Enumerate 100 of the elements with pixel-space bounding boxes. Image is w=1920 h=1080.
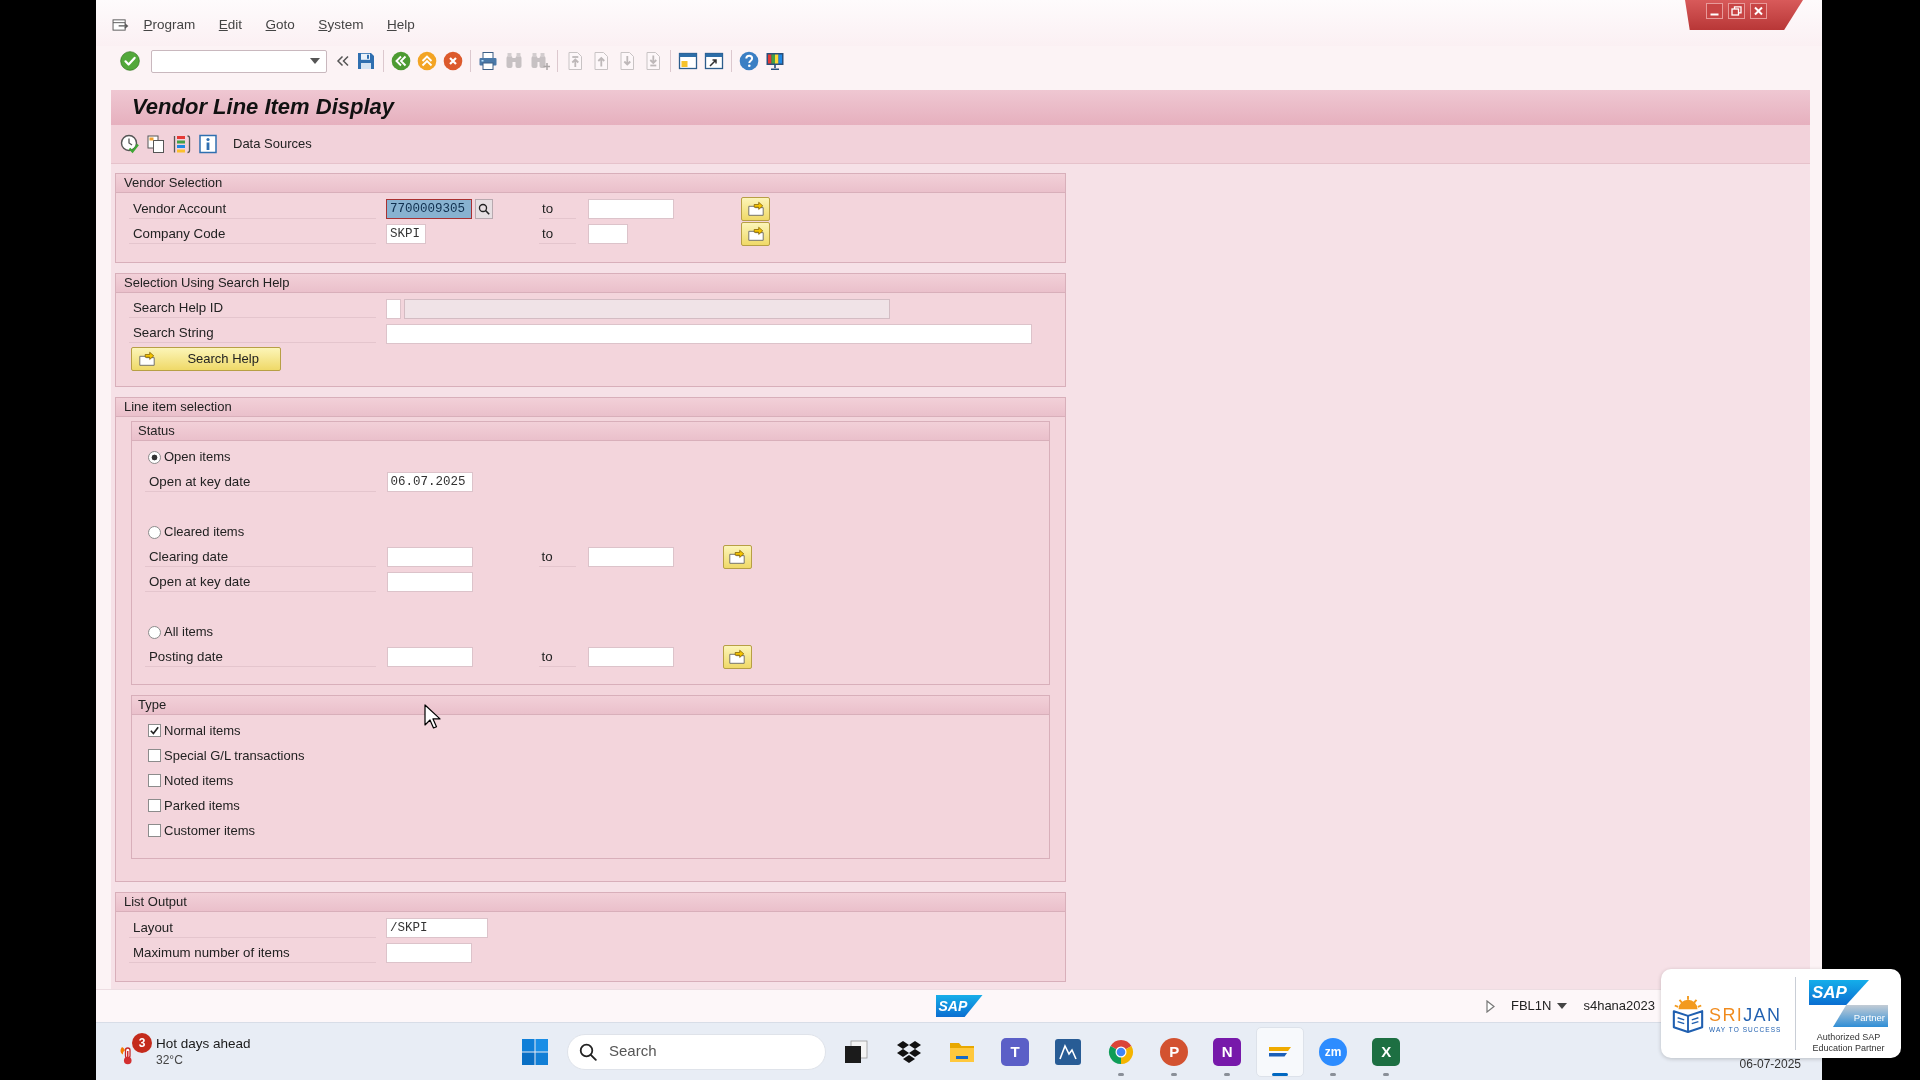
chat-app-tile: T — [1001, 1037, 1030, 1066]
left-chevrons-circle-icon[interactable] — [391, 51, 411, 71]
radio-button[interactable] — [148, 525, 161, 539]
slides-app-tile: P — [1160, 1037, 1189, 1066]
toolbar-button[interactable]: Data Sources — [233, 134, 312, 154]
field-label: Search String — [129, 324, 376, 343]
up-chevrons-circle-icon[interactable] — [417, 51, 437, 71]
stacked-squares-icon — [842, 1037, 871, 1066]
transaction-dropdown[interactable]: FBL1N — [1510, 996, 1568, 1016]
close-icon[interactable] — [1750, 3, 1767, 19]
taskbar-app-button[interactable]: N — [1203, 1026, 1252, 1077]
option-label: Cleared items — [164, 523, 245, 542]
folder-arrow-icon — [746, 225, 765, 243]
value-help-button[interactable] — [475, 199, 493, 219]
checkbox[interactable] — [148, 799, 161, 812]
menu-item[interactable]: System — [318, 14, 364, 36]
group-title: Vendor Selection — [116, 174, 1065, 193]
checkbox[interactable] — [148, 724, 161, 737]
folder-arrow-icon — [728, 548, 747, 566]
book-sun-icon — [1671, 993, 1705, 1034]
group-title: List Output — [116, 893, 1065, 912]
partner-label: Partner — [1833, 1005, 1888, 1027]
radio-button[interactable] — [148, 625, 161, 639]
search-field[interactable]: Search — [567, 1033, 826, 1070]
input-field[interactable]: 7700009305 — [386, 199, 472, 219]
multiple-selection-button[interactable] — [722, 545, 752, 569]
input-field[interactable] — [588, 199, 674, 219]
input-field[interactable] — [386, 323, 1032, 344]
search-help-button[interactable]: Search Help — [131, 346, 282, 371]
notification-badge: 3 — [132, 1032, 152, 1053]
menu-icon[interactable] — [112, 18, 129, 32]
multiple-selection-button[interactable] — [722, 645, 752, 669]
menu-item[interactable]: Program — [143, 14, 196, 36]
system-name: s4hana2023 — [1583, 997, 1655, 1016]
field-label: Maximum number of items — [129, 943, 376, 963]
mouse-pointer-icon — [424, 704, 441, 730]
field-label: to — [538, 647, 576, 667]
checkbox[interactable] — [148, 749, 161, 762]
field-label: Company Code — [129, 224, 376, 244]
option-label: Special G/L transactions — [164, 746, 305, 765]
menu-item[interactable]: Help — [386, 14, 415, 36]
field-label: to — [539, 199, 576, 219]
field-label: to — [538, 547, 576, 567]
triangle-icon[interactable] — [1485, 999, 1495, 1013]
input-field[interactable] — [386, 298, 401, 319]
taskbar-app-button[interactable]: T — [991, 1026, 1040, 1077]
checkbox[interactable] — [148, 774, 161, 787]
input-field[interactable]: /SKPI — [386, 918, 488, 938]
radio-button[interactable] — [148, 450, 161, 464]
option-label: Customer items — [164, 821, 256, 840]
multiple-selection-button[interactable] — [741, 222, 770, 246]
input-field[interactable] — [587, 647, 674, 667]
check-circle-icon[interactable] — [120, 51, 140, 71]
spreadsheet-app-tile: X — [1372, 1037, 1401, 1066]
menu-item[interactable]: Edit — [218, 14, 243, 36]
input-field[interactable] — [386, 572, 473, 592]
clock-check-icon[interactable] — [120, 134, 140, 154]
command-field[interactable] — [151, 49, 327, 73]
printer-icon[interactable] — [478, 51, 498, 71]
field-label: Open at key date — [145, 472, 376, 492]
folder-arrow-icon — [728, 648, 747, 666]
input-field[interactable] — [386, 547, 473, 567]
search-icon — [478, 203, 490, 215]
bars-bracket-icon[interactable] — [172, 134, 192, 154]
window-square-icon[interactable] — [678, 51, 698, 71]
menu-item[interactable]: Goto — [265, 14, 295, 36]
weather-title[interactable]: Hot days ahead — [156, 1035, 251, 1052]
input-field[interactable] — [386, 647, 473, 667]
checkbox[interactable] — [148, 824, 161, 837]
info-icon[interactable] — [198, 134, 218, 154]
minimize-icon[interactable] — [1706, 3, 1723, 19]
input-field[interactable] — [588, 224, 628, 244]
input-field[interactable] — [587, 547, 674, 567]
option-label: All items — [164, 623, 214, 642]
cross-circle-icon[interactable] — [443, 51, 463, 71]
group-title: Selection Using Search Help — [116, 273, 1065, 293]
taskbar-app-button[interactable]: X — [1362, 1026, 1411, 1077]
double-chevron-icon[interactable] — [336, 55, 350, 67]
copy-pages-icon[interactable] — [146, 134, 166, 154]
partner-logo: SAP — [1809, 980, 1869, 1005]
partner-caption: Authorized SAP Education Partner — [1811, 1032, 1886, 1053]
input-field[interactable]: 06.07.2025 — [386, 472, 473, 492]
group-title: Type — [132, 695, 1049, 715]
folder-arrow-icon — [138, 349, 157, 368]
notes-app-tile: N — [1213, 1037, 1242, 1066]
four-squares-icon[interactable] — [521, 1037, 549, 1066]
field-label: Layout — [129, 918, 376, 938]
browser-icon — [1107, 1037, 1136, 1066]
input-field[interactable]: SKPI — [386, 224, 426, 244]
field-label: Search Help ID — [129, 299, 376, 318]
monitor-icon[interactable] — [765, 51, 785, 71]
caret-icon — [1557, 1003, 1568, 1009]
help-icon[interactable] — [739, 51, 759, 71]
input-field[interactable] — [386, 943, 472, 963]
group-title: Status — [132, 422, 1049, 441]
option-label: Open items — [164, 448, 231, 467]
restore-icon[interactable] — [1728, 3, 1745, 19]
group-title: Line item selection — [116, 398, 1065, 417]
multiple-selection-button[interactable] — [741, 197, 770, 221]
taskbar-app-button[interactable]: P — [1150, 1026, 1199, 1077]
